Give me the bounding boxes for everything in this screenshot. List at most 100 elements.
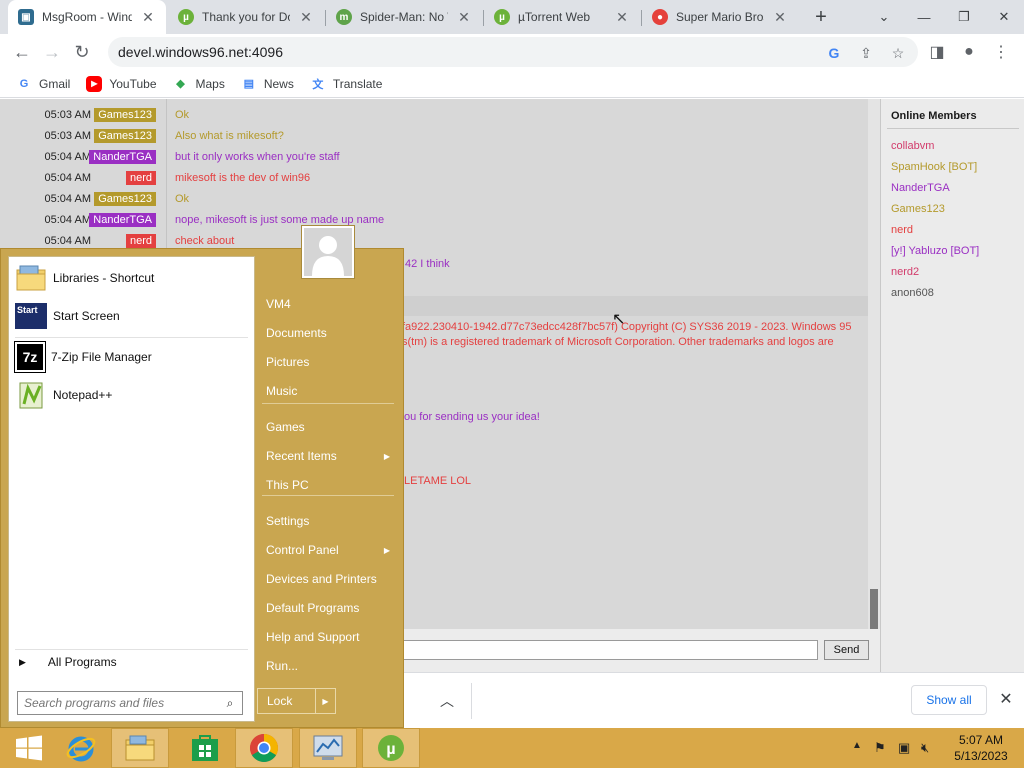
- tab-super-mario[interactable]: ● Super Mario Bros ✕: [642, 0, 798, 34]
- message-nick[interactable]: nerd: [125, 234, 156, 248]
- menu-item-label: Music: [266, 384, 298, 398]
- close-tab-icon[interactable]: ✕: [140, 9, 156, 26]
- chat-input[interactable]: [400, 640, 818, 660]
- action-center-flag-icon[interactable]: ⚑: [874, 740, 886, 756]
- tab-search-icon[interactable]: ⌄: [864, 0, 904, 34]
- menu-item-label: Devices and Printers: [266, 572, 377, 586]
- bookmark-translate[interactable]: 文 Translate: [310, 76, 382, 92]
- start-menu-item-recent-items[interactable]: Recent Items ▶: [258, 444, 398, 468]
- message-nick[interactable]: NanderTGA: [89, 213, 156, 227]
- network-icon[interactable]: ▣: [898, 740, 910, 756]
- share-icon[interactable]: ⇪: [856, 43, 876, 63]
- member-item[interactable]: SpamHook [BOT]: [891, 161, 977, 173]
- member-item[interactable]: NanderTGA: [891, 182, 950, 194]
- menu-item-label: Pictures: [266, 355, 310, 369]
- close-window-icon[interactable]: ✕: [984, 0, 1024, 34]
- new-tab-button[interactable]: +: [808, 4, 834, 30]
- menu-kebab-icon[interactable]: ⋮: [986, 37, 1016, 67]
- close-tab-icon[interactable]: ✕: [614, 9, 630, 26]
- message-nick[interactable]: Games123: [94, 129, 156, 143]
- scrollbar-thumb[interactable]: [870, 589, 878, 629]
- user-avatar[interactable]: [301, 225, 355, 279]
- start-search-box[interactable]: ⌕: [17, 691, 243, 715]
- address-bar[interactable]: 🔒︎ devel.windows96.net:4096 G ⇪ ☆: [108, 37, 918, 751]
- start-menu-item-documents[interactable]: Documents: [258, 321, 398, 345]
- start-menu-item-run[interactable]: Run...: [258, 654, 398, 678]
- start-menu-item-devices-and-printers[interactable]: Devices and Printers: [258, 567, 398, 591]
- side-panel-icon[interactable]: ◨: [922, 37, 952, 67]
- menu-item-label: Settings: [266, 514, 310, 528]
- taskbar-store[interactable]: [176, 728, 234, 768]
- bookmark-news[interactable]: ▤ News: [241, 76, 294, 92]
- close-tab-icon[interactable]: ✕: [772, 9, 788, 26]
- chevron-up-icon[interactable]: ︿: [437, 691, 457, 711]
- member-item[interactable]: Games123: [891, 203, 945, 215]
- search-input[interactable]: [24, 693, 220, 713]
- message-nick[interactable]: NanderTGA: [89, 150, 156, 164]
- member-item[interactable]: anon608: [891, 287, 934, 299]
- close-tab-icon[interactable]: ✕: [298, 9, 314, 26]
- tab-msgroom[interactable]: ▣ MsgRoom - Wind ✕: [8, 0, 166, 34]
- lock-options-arrow-icon[interactable]: ▶: [315, 689, 335, 713]
- menu-item-label: Help and Support: [266, 630, 360, 644]
- back-icon[interactable]: ←: [7, 37, 37, 67]
- forward-icon[interactable]: →: [37, 37, 67, 67]
- close-tab-icon[interactable]: ✕: [456, 9, 472, 26]
- taskbar-chrome[interactable]: [235, 728, 293, 768]
- send-button[interactable]: Send: [824, 640, 869, 660]
- restore-icon[interactable]: ❐: [944, 0, 984, 34]
- tab-utorrent-web[interactable]: µ µTorrent Web ✕: [484, 0, 640, 34]
- start-menu-item-default-programs[interactable]: Default Programs: [258, 596, 398, 620]
- minimize-icon[interactable]: —: [904, 0, 944, 34]
- taskbar-file-explorer[interactable]: [111, 728, 169, 768]
- tray-chevron-up-icon[interactable]: ▲: [852, 740, 862, 751]
- start-menu-item-settings[interactable]: Settings: [258, 509, 398, 533]
- reload-icon[interactable]: ↻: [67, 37, 97, 67]
- start-menu-item-this-pc[interactable]: This PC: [258, 473, 398, 497]
- profile-icon[interactable]: ●: [954, 37, 984, 67]
- downloads-separator: [471, 683, 472, 719]
- lock-label: Lock: [267, 694, 293, 708]
- google-lens-icon[interactable]: G: [824, 43, 844, 63]
- member-item[interactable]: nerd: [891, 224, 913, 236]
- tab-thank-you[interactable]: µ Thank you for Do ✕: [168, 0, 324, 34]
- taskbar-system-monitor[interactable]: [299, 728, 357, 768]
- pinned-start-screen[interactable]: Start Start Screen: [15, 298, 120, 334]
- pinned-7zip[interactable]: 7z 7-Zip File Manager: [14, 339, 152, 375]
- show-all-button[interactable]: Show all: [911, 685, 987, 715]
- start-menu-item-music[interactable]: Music: [258, 379, 398, 403]
- system-clock[interactable]: 5:07 AM 5/13/2023: [945, 732, 1017, 764]
- google-icon: G: [19, 77, 29, 90]
- member-item[interactable]: collabvm: [891, 140, 934, 152]
- start-menu-item-control-panel[interactable]: Control Panel ▶: [258, 538, 398, 562]
- search-icon[interactable]: ⌕: [220, 696, 240, 711]
- bookmark-star-icon[interactable]: ☆: [888, 43, 908, 63]
- start-menu-item-games[interactable]: Games: [258, 415, 398, 439]
- members-title: Online Members: [891, 110, 977, 122]
- tab-spider-man[interactable]: m Spider-Man: No W ✕: [326, 0, 482, 34]
- volume-muted-icon[interactable]: 🔇︎: [921, 740, 929, 756]
- close-icon[interactable]: ✕: [996, 689, 1016, 709]
- all-programs-button[interactable]: ▶ All Programs: [19, 655, 117, 669]
- start-button[interactable]: [0, 728, 58, 768]
- start-menu-item-pictures[interactable]: Pictures: [258, 350, 398, 374]
- member-item[interactable]: [y!] Yabluzo [BOT]: [891, 245, 979, 257]
- member-item[interactable]: nerd2: [891, 266, 919, 278]
- utorrent-icon: µ: [494, 9, 510, 25]
- libraries-icon: [15, 262, 47, 294]
- message-nick[interactable]: nerd: [125, 171, 156, 185]
- start-menu-item-help-and-support[interactable]: Help and Support: [258, 625, 398, 649]
- message-nick[interactable]: Games123: [94, 108, 156, 122]
- bookmark-gmail[interactable]: G Gmail: [16, 76, 71, 92]
- taskbar-ie[interactable]: [52, 728, 110, 768]
- bookmark-youtube[interactable]: ▶ YouTube: [86, 75, 157, 92]
- taskbar-utorrent[interactable]: µ: [362, 728, 420, 768]
- bookmark-maps[interactable]: ◆ Maps: [173, 76, 225, 92]
- start-menu-item-vm4[interactable]: VM4: [258, 292, 398, 316]
- pinned-libraries[interactable]: Libraries - Shortcut: [15, 260, 154, 296]
- pinned-notepadpp[interactable]: Notepad++: [15, 377, 112, 413]
- chat-scrollbar[interactable]: [868, 99, 880, 629]
- clock-date: 5/13/2023: [954, 749, 1008, 763]
- message-nick[interactable]: Games123: [94, 192, 156, 206]
- lock-button[interactable]: Lock ▶: [257, 688, 336, 714]
